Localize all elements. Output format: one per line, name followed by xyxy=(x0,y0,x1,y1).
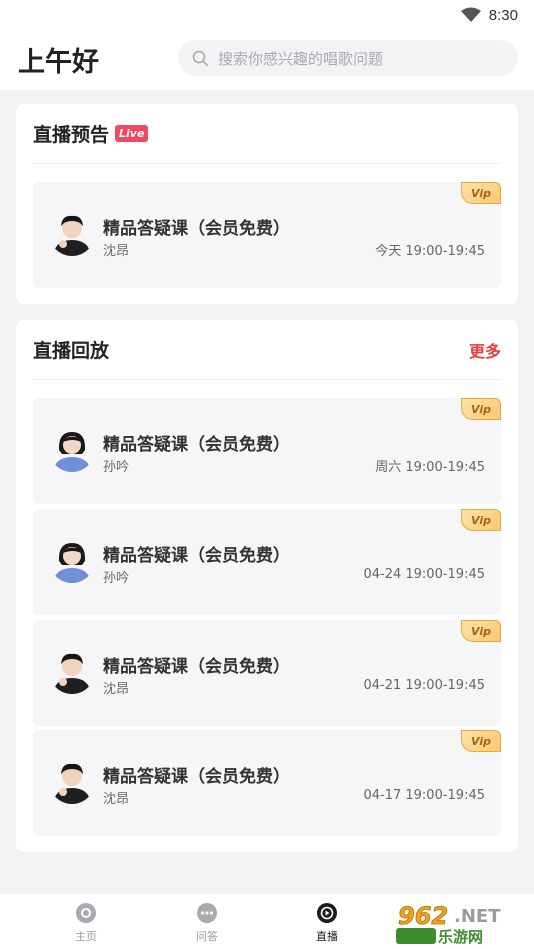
avatar xyxy=(49,537,95,583)
live-badge: Live xyxy=(115,125,149,142)
search-input[interactable]: 搜索你感兴趣的唱歌问题 xyxy=(178,40,518,76)
avatar xyxy=(49,758,95,804)
item-time: 04-24 19:00-19:45 xyxy=(363,567,485,582)
preview-section-title: 直播预告 Live xyxy=(33,120,149,147)
item-teacher: 沈昂 xyxy=(103,682,130,697)
item-time: 04-17 19:00-19:45 xyxy=(363,788,485,803)
tab-home[interactable]: 主页 xyxy=(56,902,116,948)
item-teacher: 孙吟 xyxy=(103,571,130,586)
item-title: 精品答疑课（会员免费） xyxy=(103,657,290,677)
avatar xyxy=(49,210,95,256)
replay-title-text: 直播回放 xyxy=(33,340,110,362)
item-teacher: 沈昂 xyxy=(103,244,130,259)
replay-card-header: 直播回放 更多 xyxy=(33,320,501,380)
svg-text:乐游网: 乐游网 xyxy=(438,928,483,946)
search-placeholder: 搜索你感兴趣的唱歌问题 xyxy=(218,49,384,68)
status-bar: 8:30 xyxy=(460,4,518,26)
tab-live[interactable]: 直播 xyxy=(297,902,357,948)
live-replay-card: 直播回放 更多 精品答疑课（会员免费） 孙吟 周六 19:00-19:45 Vi… xyxy=(16,320,518,852)
item-title: 精品答疑课（会员免费） xyxy=(103,546,290,566)
item-time: 04-21 19:00-19:45 xyxy=(363,678,485,693)
preview-title-text: 直播预告 xyxy=(33,124,110,146)
item-teacher: 沈昂 xyxy=(103,792,130,807)
more-link[interactable]: 更多 xyxy=(469,338,501,362)
preview-card-header: 直播预告 Live xyxy=(33,104,501,164)
vip-tag: Vip xyxy=(461,620,501,642)
chat-icon xyxy=(197,903,217,923)
item-time: 周六 19:00-19:45 xyxy=(375,460,485,475)
home-icon xyxy=(76,903,96,923)
list-item[interactable]: 精品答疑课（会员免费） 孙吟 周六 19:00-19:45 Vip xyxy=(33,398,501,504)
status-time: 8:30 xyxy=(488,6,518,24)
list-item[interactable]: 精品答疑课（会员免费） 沈昂 04-17 19:00-19:45 Vip xyxy=(33,730,501,836)
list-item[interactable]: 精品答疑课（会员免费） 沈昂 04-21 19:00-19:45 Vip xyxy=(33,620,501,726)
avatar xyxy=(49,648,95,694)
tab-label: 主页 xyxy=(75,930,97,943)
tab-qa[interactable]: 问答 xyxy=(177,902,237,948)
greeting-title: 上午好 xyxy=(18,47,99,78)
search-icon xyxy=(192,50,208,66)
live-play-icon xyxy=(317,903,337,923)
wifi-icon xyxy=(460,7,481,22)
tab-label: 直播 xyxy=(316,930,338,943)
list-item[interactable]: 精品答疑课（会员免费） 沈昂 今天 19:00-19:45 Vip xyxy=(33,182,501,288)
tab-label: 问答 xyxy=(196,930,218,943)
vip-tag: Vip xyxy=(461,509,501,531)
vip-tag: Vip xyxy=(461,398,501,420)
item-title: 精品答疑课（会员免费） xyxy=(103,219,290,239)
svg-text:.NET: .NET xyxy=(454,906,501,927)
avatar xyxy=(49,426,95,472)
replay-section-title: 直播回放 xyxy=(33,336,109,363)
item-title: 精品答疑课（会员免费） xyxy=(103,767,290,787)
watermark-logo: 962 .NET 乐游网 xyxy=(394,898,530,946)
live-preview-card: 直播预告 Live 精品答疑课（会员免费） 沈昂 今天 19:00-19:45 … xyxy=(16,104,518,304)
vip-tag: Vip xyxy=(461,730,501,752)
item-title: 精品答疑课（会员免费） xyxy=(103,435,290,455)
svg-text:962: 962 xyxy=(398,902,448,930)
item-time: 今天 19:00-19:45 xyxy=(375,244,485,259)
vip-tag: Vip xyxy=(461,182,501,204)
list-item[interactable]: 精品答疑课（会员免费） 孙吟 04-24 19:00-19:45 Vip xyxy=(33,509,501,615)
item-teacher: 孙吟 xyxy=(103,460,130,475)
header: 8:30 上午好 搜索你感兴趣的唱歌问题 xyxy=(0,0,534,90)
